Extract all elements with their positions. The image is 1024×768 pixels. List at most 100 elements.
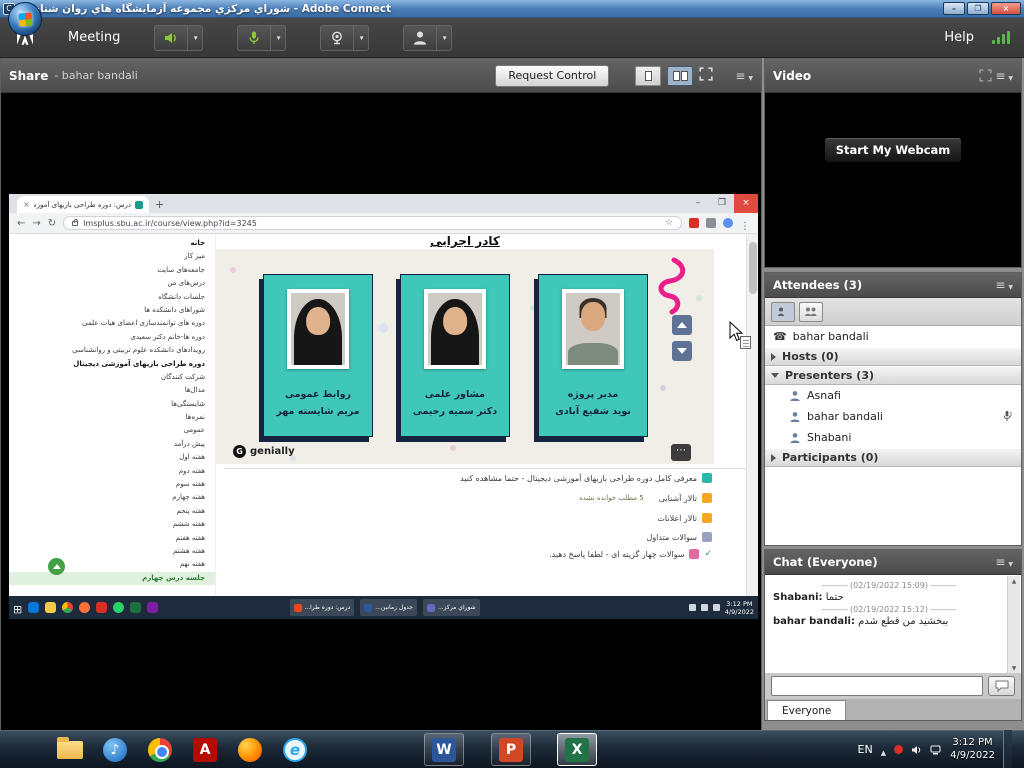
taskbar-clock[interactable]: 3:12 PM 4/9/2022 — [950, 736, 995, 762]
presenters-group-row[interactable]: Presenters (3) — [765, 366, 1021, 385]
status-dropdown[interactable] — [437, 25, 452, 51]
speaker-dropdown[interactable] — [188, 25, 203, 51]
network-icon[interactable] — [930, 740, 942, 759]
forward-icon[interactable] — [32, 218, 40, 229]
nav-item[interactable]: میز کار — [9, 250, 215, 263]
active-speaker-row[interactable]: bahar bandali — [765, 326, 1021, 347]
attendee-view-grid-icon[interactable] — [799, 302, 823, 322]
shared-window-button[interactable]: درس: دوره طرا... — [290, 599, 354, 616]
volume-icon[interactable] — [911, 740, 922, 759]
nav-item[interactable]: عمومی — [9, 424, 215, 437]
nav-item[interactable]: هفته ششم — [9, 518, 215, 531]
tab-close-icon[interactable]: × — [23, 200, 30, 209]
internet-explorer-icon[interactable]: e — [281, 736, 309, 763]
slide-scroll-down-button[interactable] — [672, 341, 692, 361]
word-taskbar-button[interactable]: W — [424, 733, 464, 766]
address-bar[interactable]: lmsplus.sbu.ac.ir/course/view.php?id=324… — [63, 216, 682, 230]
speaker-icon[interactable] — [154, 25, 188, 51]
nav-item[interactable]: هفته اول — [9, 451, 215, 464]
acrobat-reader-icon[interactable]: A — [191, 736, 219, 763]
nav-item[interactable]: دوره ها-خانم دکتر سعیدی — [9, 331, 215, 344]
layout-toggle-single-icon[interactable] — [635, 66, 661, 86]
activity-row[interactable]: سوالات متداول — [647, 532, 713, 542]
meeting-menu[interactable]: Meeting — [68, 30, 120, 45]
shared-edge-icon[interactable] — [28, 602, 39, 613]
attendees-pod-menu-icon[interactable] — [995, 278, 1005, 292]
help-menu[interactable]: Help — [944, 30, 974, 45]
profile-avatar-icon[interactable] — [723, 218, 733, 228]
nav-item[interactable]: جامعه‌های سایت — [9, 264, 215, 277]
media-player-icon[interactable]: ♪ — [101, 736, 129, 763]
request-control-button[interactable]: Request Control — [495, 65, 609, 87]
shared-window-button[interactable]: شوراي مركز... — [423, 599, 480, 616]
nav-item[interactable]: خانه — [9, 237, 215, 250]
back-icon[interactable] — [17, 218, 25, 229]
fullscreen-icon[interactable] — [699, 67, 713, 84]
microphone-icon[interactable] — [237, 25, 271, 51]
bookmark-star-icon[interactable] — [665, 218, 673, 228]
nav-item[interactable]: شوراهای دانشکده ها — [9, 304, 215, 317]
explorer-folder-icon[interactable] — [56, 736, 84, 763]
webcam-control[interactable] — [320, 25, 369, 51]
presenter-row[interactable]: Asnafi — [765, 385, 1021, 406]
shared-excel-icon[interactable] — [130, 602, 141, 613]
share-pod-menu-icon[interactable] — [735, 69, 753, 83]
nav-item[interactable]: مدال‌ها — [9, 384, 215, 397]
firefox-icon[interactable] — [236, 736, 264, 763]
chat-scrollbar[interactable]: ▲▼ — [1007, 576, 1020, 674]
nav-item-selected[interactable]: جلسه درس چهارم — [9, 572, 215, 585]
url-text[interactable]: lmsplus.sbu.ac.ir/course/view.php?id=324… — [83, 219, 660, 228]
reload-icon[interactable] — [48, 218, 56, 229]
close-button[interactable] — [991, 2, 1021, 15]
extensions-puzzle-icon[interactable] — [706, 218, 716, 228]
activity-row[interactable]: ✓ سوالات چهار گزینه ای - لطفا پاسخ دهید. — [549, 549, 712, 559]
layout-toggle-split-icon[interactable] — [667, 66, 693, 86]
new-tab-icon[interactable]: + — [155, 198, 164, 211]
language-indicator[interactable]: EN — [858, 743, 873, 756]
browser-close-icon[interactable]: × — [734, 194, 758, 213]
shared-opera-icon[interactable] — [96, 602, 107, 613]
extension-red-icon[interactable] — [689, 218, 699, 228]
maximize-button[interactable] — [967, 2, 989, 15]
scroll-down-icon[interactable]: ▼ — [1012, 665, 1017, 672]
nav-item[interactable]: شرکت کنندگان — [9, 371, 215, 384]
presenter-row[interactable]: Shabani — [765, 427, 1021, 448]
presenter-row[interactable]: bahar bandali — [765, 406, 1021, 427]
browser-tab[interactable]: درس: دوره طراحی بازیهای آموزشی × — [17, 196, 149, 213]
scroll-up-icon[interactable]: ▲ — [1012, 578, 1017, 585]
shared-firefox-icon[interactable] — [79, 602, 90, 613]
microphone-dropdown[interactable] — [271, 25, 286, 51]
genially-logo[interactable]: G genially — [233, 445, 295, 458]
slide-options-button[interactable] — [671, 444, 691, 461]
attendee-view-list-icon[interactable] — [771, 302, 795, 322]
powerpoint-taskbar-button[interactable]: P — [491, 733, 531, 766]
show-desktop-button[interactable] — [1003, 730, 1012, 768]
nav-item[interactable]: نمره‌ها — [9, 411, 215, 424]
nav-item[interactable]: دوره های توانمندسازی اعضای هیات علمی — [9, 317, 215, 330]
chat-pod-menu-icon[interactable] — [995, 555, 1005, 569]
nav-item[interactable]: هفته هشتم — [9, 545, 215, 558]
speaker-control[interactable] — [154, 25, 203, 51]
video-pod-menu-icon[interactable] — [995, 69, 1005, 83]
chat-input[interactable] — [771, 676, 983, 696]
nav-item[interactable]: هفته چهارم — [9, 491, 215, 504]
webcam-dropdown[interactable] — [354, 25, 369, 51]
back-to-top-button[interactable] — [48, 558, 65, 575]
tray-expand-icon[interactable] — [881, 740, 886, 759]
nav-item[interactable]: هفته پنجم — [9, 505, 215, 518]
nav-item[interactable]: پیش درآمد — [9, 438, 215, 451]
notification-flag-icon[interactable] — [894, 745, 903, 754]
nav-item[interactable]: رویدادهای دانشکده علوم تربیتی و روانشناس… — [9, 344, 215, 357]
send-message-button[interactable] — [988, 676, 1015, 696]
minimize-button[interactable] — [943, 2, 965, 15]
participants-group-row[interactable]: Participants (0) — [765, 448, 1021, 467]
webcam-icon[interactable] — [320, 25, 354, 51]
nav-item[interactable]: هفته نهم — [9, 558, 215, 571]
shared-app-icon[interactable] — [147, 602, 158, 613]
status-control[interactable] — [403, 25, 452, 51]
microphone-control[interactable] — [237, 25, 286, 51]
browser-minimize-icon[interactable]: – — [686, 194, 710, 213]
chrome-icon[interactable] — [146, 736, 174, 763]
activity-row[interactable]: معرفی کامل دوره طراحی بازیهای آموزشی دیج… — [460, 473, 712, 483]
nav-item[interactable]: شایستگی‌ها — [9, 398, 215, 411]
